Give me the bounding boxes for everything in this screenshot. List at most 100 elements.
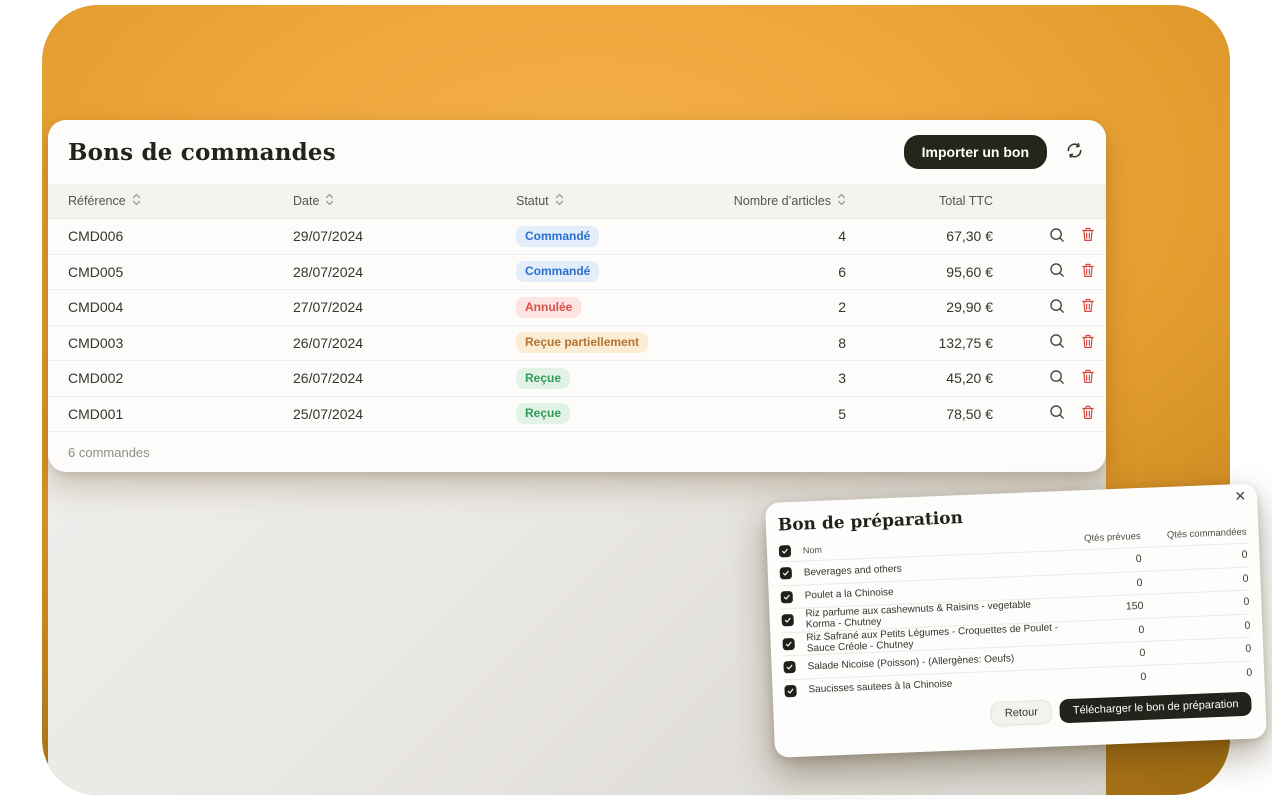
cell-reference: CMD005 bbox=[68, 264, 293, 280]
search-icon bbox=[1048, 297, 1066, 318]
qty-ordered-value: 0 bbox=[1144, 619, 1250, 635]
column-header-label: Référence bbox=[68, 194, 126, 208]
view-order-button[interactable] bbox=[1048, 368, 1066, 389]
cell-reference: CMD006 bbox=[68, 228, 293, 244]
sort-icon bbox=[837, 193, 846, 209]
row-actions bbox=[1013, 403, 1106, 424]
column-header-label: Statut bbox=[516, 194, 549, 208]
screen: Bons de commandes Importer un bon bbox=[0, 0, 1272, 800]
delete-order-button[interactable] bbox=[1080, 333, 1096, 353]
row-actions bbox=[1013, 297, 1106, 318]
header-actions: Importer un bon bbox=[904, 135, 1084, 169]
cell-total: 45,20 € bbox=[868, 370, 1013, 386]
qty-ordered-value: 0 bbox=[1146, 666, 1252, 682]
sort-icon bbox=[132, 193, 141, 209]
orders-panel: Bons de commandes Importer un bon bbox=[48, 120, 1106, 472]
cell-status: Reçue partiellement bbox=[516, 332, 716, 353]
qty-planned-value: 0 bbox=[1062, 624, 1144, 639]
qty-ordered-value: 0 bbox=[1145, 643, 1251, 659]
qty-planned-value: 0 bbox=[1059, 553, 1141, 568]
qty-planned-value: 150 bbox=[1061, 600, 1143, 615]
cell-status: Reçue bbox=[516, 368, 716, 389]
table-footer: 6 commandes bbox=[48, 432, 1106, 472]
qty-ordered-value: 0 bbox=[1141, 549, 1247, 565]
status-badge: Reçue bbox=[516, 403, 570, 424]
refresh-button[interactable] bbox=[1065, 141, 1084, 163]
status-badge: Commandé bbox=[516, 261, 599, 282]
import-order-button[interactable]: Importer un bon bbox=[904, 135, 1047, 169]
table-row: CMD00326/07/2024Reçue partiellement8132,… bbox=[48, 326, 1106, 362]
search-icon bbox=[1048, 403, 1066, 424]
view-order-button[interactable] bbox=[1048, 403, 1066, 424]
select-all-checkbox[interactable] bbox=[779, 545, 791, 557]
column-header-date[interactable]: Date bbox=[293, 193, 516, 209]
preparation-body: Beverages and others00Poulet a la Chinoi… bbox=[779, 543, 1252, 703]
cell-reference: CMD001 bbox=[68, 406, 293, 422]
search-icon bbox=[1048, 332, 1066, 353]
cell-articles: 2 bbox=[716, 299, 868, 315]
column-header-label: Total TTC bbox=[939, 194, 993, 208]
table-header-row: Référence Date Statut Nombre d’articles Tota… bbox=[48, 184, 1106, 219]
table-row: CMD00528/07/2024Commandé695,60 € bbox=[48, 255, 1106, 291]
delete-order-button[interactable] bbox=[1080, 262, 1096, 282]
cell-total: 78,50 € bbox=[868, 406, 1013, 422]
row-checkbox[interactable] bbox=[782, 638, 794, 650]
row-actions bbox=[1013, 226, 1106, 247]
trash-icon bbox=[1080, 333, 1096, 353]
row-checkbox[interactable] bbox=[780, 567, 792, 579]
qty-ordered-value: 0 bbox=[1143, 596, 1249, 612]
column-header-qty-planned: Qtés prévues bbox=[1058, 531, 1140, 545]
column-header-reference[interactable]: Référence bbox=[68, 193, 293, 209]
orders-count: 6 commandes bbox=[68, 445, 150, 460]
status-badge: Reçue partiellement bbox=[516, 332, 648, 353]
cell-total: 132,75 € bbox=[868, 335, 1013, 351]
download-preparation-button[interactable]: Télécharger le bon de préparation bbox=[1059, 692, 1252, 724]
view-order-button[interactable] bbox=[1048, 332, 1066, 353]
trash-icon bbox=[1080, 368, 1096, 388]
delete-order-button[interactable] bbox=[1080, 226, 1096, 246]
prep-item-name: Saucisses sautees à la Chinoise bbox=[808, 674, 1064, 695]
status-badge: Annulée bbox=[516, 297, 581, 318]
cell-date: 28/07/2024 bbox=[293, 264, 516, 280]
sort-icon bbox=[555, 193, 564, 209]
column-header-articles[interactable]: Nombre d’articles bbox=[716, 193, 868, 209]
cell-status: Commandé bbox=[516, 226, 716, 247]
cell-articles: 5 bbox=[716, 406, 868, 422]
row-checkbox[interactable] bbox=[781, 591, 793, 603]
table-row: CMD00427/07/2024Annulée229,90 € bbox=[48, 290, 1106, 326]
column-header-label: Date bbox=[293, 194, 319, 208]
cell-status: Commandé bbox=[516, 261, 716, 282]
cell-status: Reçue bbox=[516, 403, 716, 424]
preparation-panel: ✕ Bon de préparation Nom Qtés prévues Qt… bbox=[765, 483, 1267, 758]
close-button[interactable]: ✕ bbox=[1234, 489, 1246, 503]
cell-reference: CMD003 bbox=[68, 335, 293, 351]
status-badge: Reçue bbox=[516, 368, 570, 389]
table-row: CMD00226/07/2024Reçue345,20 € bbox=[48, 361, 1106, 397]
delete-order-button[interactable] bbox=[1080, 404, 1096, 424]
qty-planned-value: 0 bbox=[1063, 647, 1145, 662]
status-badge: Commandé bbox=[516, 226, 599, 247]
row-checkbox[interactable] bbox=[783, 661, 795, 673]
delete-order-button[interactable] bbox=[1080, 368, 1096, 388]
cell-articles: 3 bbox=[716, 370, 868, 386]
refresh-icon bbox=[1065, 141, 1084, 163]
column-header-status[interactable]: Statut bbox=[516, 193, 716, 209]
orders-header: Bons de commandes Importer un bon bbox=[48, 120, 1106, 184]
column-header-total: Total TTC bbox=[868, 194, 1013, 208]
view-order-button[interactable] bbox=[1048, 226, 1066, 247]
cell-date: 26/07/2024 bbox=[293, 335, 516, 351]
column-header-qty-ordered: Qtés commandées bbox=[1140, 527, 1246, 542]
search-icon bbox=[1048, 368, 1066, 389]
delete-order-button[interactable] bbox=[1080, 297, 1096, 317]
trash-icon bbox=[1080, 226, 1096, 246]
cell-date: 25/07/2024 bbox=[293, 406, 516, 422]
row-checkbox[interactable] bbox=[784, 685, 796, 697]
row-checkbox[interactable] bbox=[781, 614, 793, 626]
view-order-button[interactable] bbox=[1048, 261, 1066, 282]
qty-ordered-value: 0 bbox=[1142, 572, 1248, 588]
cell-total: 67,30 € bbox=[868, 228, 1013, 244]
view-order-button[interactable] bbox=[1048, 297, 1066, 318]
cell-date: 29/07/2024 bbox=[293, 228, 516, 244]
back-button[interactable]: Retour bbox=[990, 700, 1052, 726]
row-actions bbox=[1013, 261, 1106, 282]
